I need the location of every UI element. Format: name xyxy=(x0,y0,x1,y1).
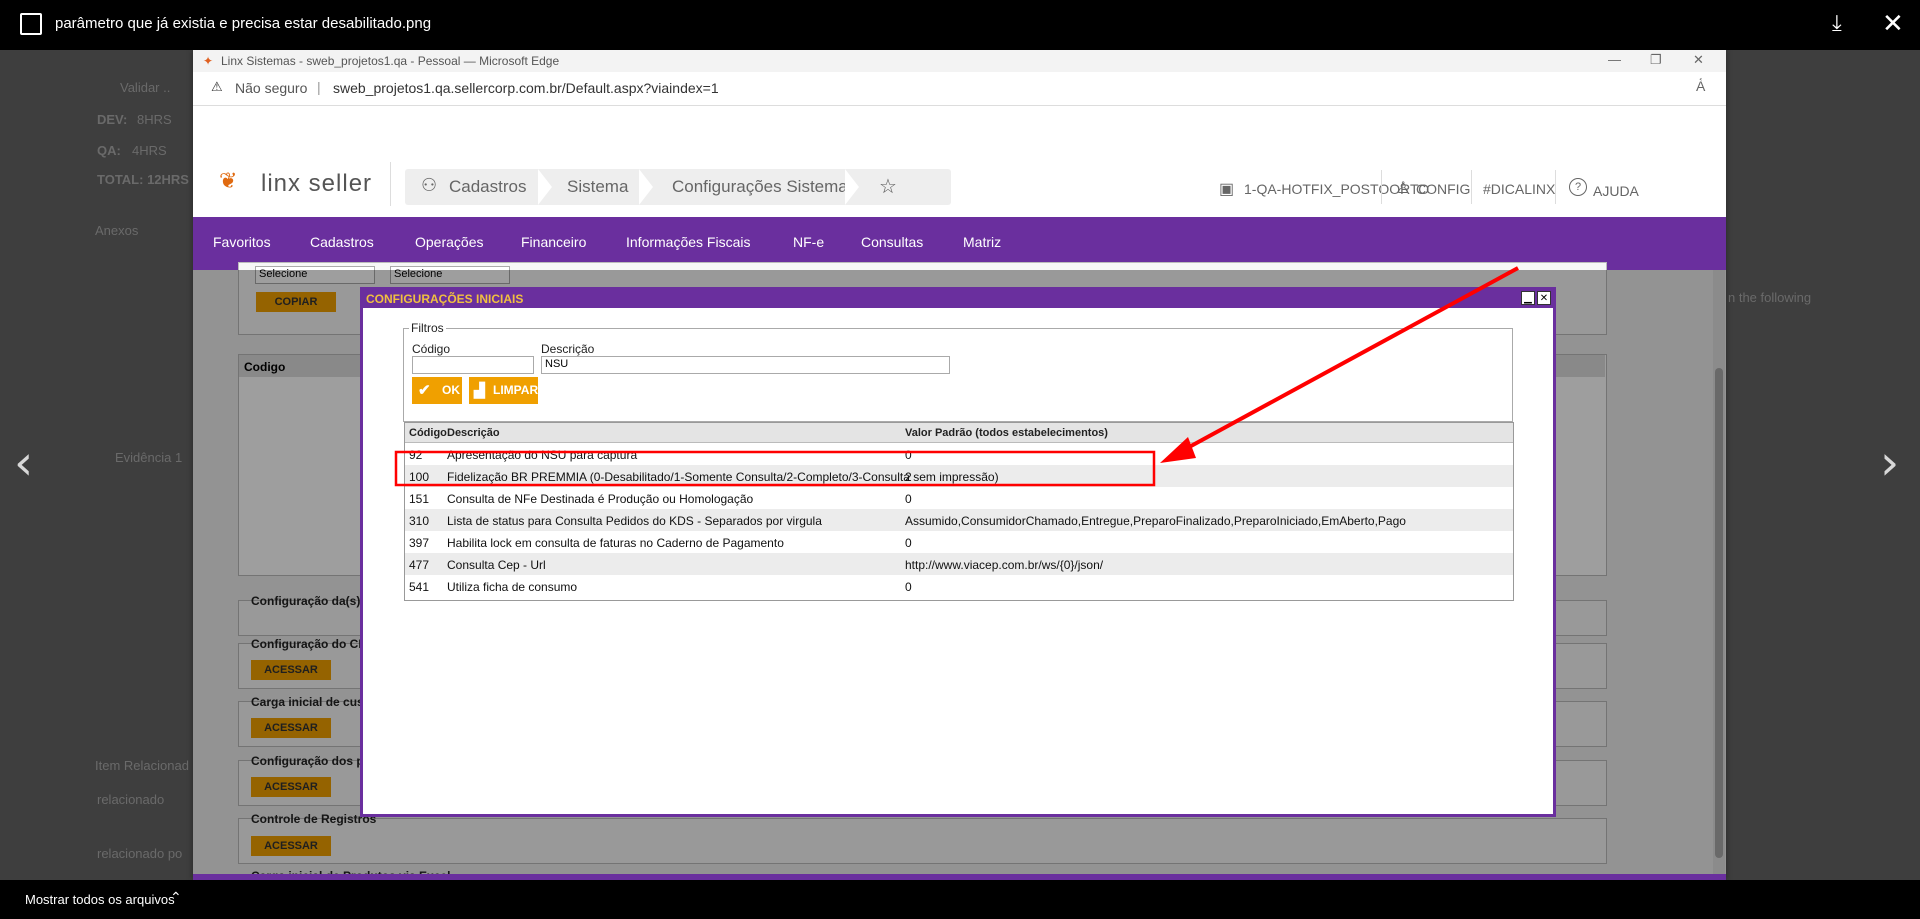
viewer-bottom-bar: Mostrar todos os arquivos ⌃ xyxy=(0,880,1920,919)
annotation-layer xyxy=(394,266,1519,487)
chevrons-up-icon[interactable]: ⌃ xyxy=(170,889,182,906)
annotation-arrow-head xyxy=(1160,437,1196,463)
show-all-files-link[interactable]: Mostrar todos os arquivos xyxy=(25,892,175,907)
annotation-arrow-shaft xyxy=(1179,266,1519,454)
highlight-box xyxy=(394,450,1156,487)
